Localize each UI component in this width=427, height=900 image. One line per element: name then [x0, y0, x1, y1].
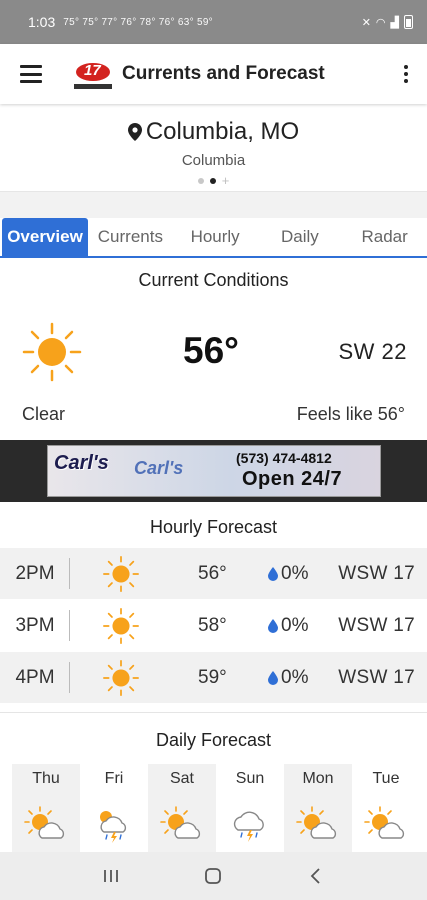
daily-column[interactable]: Tue [352, 764, 420, 852]
tab-currents[interactable]: Currents [88, 218, 173, 256]
raindrop-icon [268, 566, 278, 581]
partly-cloudy-icon [364, 806, 405, 839]
day-label: Thu [32, 770, 60, 787]
home-icon [205, 868, 222, 884]
hour-precip-value: 0% [281, 562, 309, 584]
location-header[interactable]: Columbia, MO Columbia + [0, 104, 427, 192]
ad-brand-secondary: Carl's [134, 458, 184, 478]
signal-icon: ▟ [390, 16, 399, 29]
hour-precip-value: 0% [281, 666, 309, 688]
hour-precip: 0% [268, 615, 308, 637]
daily-column[interactable]: Fri [80, 764, 148, 852]
location-name: Columbia, MO [145, 118, 300, 145]
hourly-row[interactable]: 2PM 56° 0% WSW 17 [0, 548, 427, 600]
daily-column[interactable]: Sun [216, 764, 284, 852]
hour-precip-value: 0% [281, 614, 309, 636]
app-title: Currents and Forecast [122, 63, 325, 84]
hour-label: 3PM [0, 600, 70, 651]
app-bar: 17 Currents and Forecast [0, 44, 427, 104]
home-button[interactable] [198, 861, 228, 891]
back-icon [310, 868, 320, 884]
location-pin-icon [127, 123, 142, 141]
station-logo: 17 [74, 59, 112, 89]
day-label: Sat [169, 770, 194, 787]
ad-brand: Carl's [54, 452, 109, 474]
status-time: 1:03 [28, 14, 56, 30]
ad-image[interactable]: Carl's Carl's (573) 474-4812 Open 24/7 [47, 445, 381, 497]
thunderstorm-icon [100, 811, 127, 843]
hourly-forecast-title: Hourly Forecast [149, 517, 278, 537]
hour-wind: WSW 17 [338, 614, 415, 636]
current-conditions-title: Current Conditions [138, 270, 289, 290]
wifi-icon: ◠ [375, 16, 386, 29]
hour-wind: WSW 17 [338, 666, 415, 688]
partly-cloudy-icon [296, 806, 337, 839]
location-subtitle: Columbia [181, 152, 246, 169]
hourly-row[interactable]: 3PM 58° 0% WSW 17 [0, 600, 427, 652]
day-label: Mon [302, 770, 334, 787]
hour-precip: 0% [268, 667, 308, 689]
daily-column[interactable]: Mon [284, 764, 352, 852]
overflow-menu-icon[interactable] [403, 65, 409, 83]
section-divider [0, 192, 427, 218]
raindrop-icon [268, 618, 278, 633]
battery-icon [404, 15, 413, 29]
sun-icon [22, 322, 82, 382]
hour-temp: 56° [198, 562, 227, 584]
raindrop-icon [268, 670, 278, 685]
tab-bar: Overview Currents Hourly Daily Radar [0, 218, 427, 258]
hour-label: 2PM [0, 548, 70, 599]
day-label: Tue [372, 770, 400, 787]
sun-icon [103, 659, 139, 696]
section-divider [0, 712, 427, 716]
pager-dot[interactable] [197, 178, 204, 184]
sun-icon [103, 607, 139, 644]
partly-cloudy-icon [24, 806, 65, 839]
feels-like-text: Feels like 56° [296, 404, 405, 424]
partly-cloudy-icon [160, 806, 201, 839]
daily-forecast-title: Daily Forecast [155, 730, 272, 750]
hour-precip: 0% [268, 563, 308, 585]
ad-phone: (573) 474-4812 [236, 450, 332, 466]
add-location-icon[interactable]: + [222, 174, 230, 187]
recent-apps-icon [104, 870, 119, 882]
hourly-row[interactable]: 4PM 59° 0% WSW 17 [0, 652, 427, 704]
system-nav-bar [0, 852, 427, 900]
daily-column[interactable]: Thu [12, 764, 80, 852]
back-button[interactable] [301, 861, 331, 891]
hourly-forecast-list: 2PM 56° 0% WSW 17 3PM 58° 0% WSW 17 4PM … [0, 548, 427, 704]
tab-daily[interactable]: Daily [258, 218, 343, 256]
daily-forecast-list: Thu Fri Sat Sun Mon Tue [12, 764, 420, 852]
location-pager[interactable]: + [0, 174, 427, 187]
daily-column[interactable]: Sat [148, 764, 216, 852]
ad-hours: Open 24/7 [242, 468, 343, 490]
pager-dot-active[interactable] [209, 178, 216, 184]
tab-radar[interactable]: Radar [342, 218, 427, 256]
hamburger-menu-icon[interactable] [20, 65, 42, 83]
mute-icon: ✕ [361, 16, 371, 29]
hour-temp: 58° [198, 614, 227, 636]
status-bar: 1:03 75° 75° 77° 76° 78° 76° 63° 59° ✕ ◠… [0, 0, 427, 44]
ad-banner[interactable]: Carl's Carl's (573) 474-4812 Open 24/7 [0, 440, 427, 502]
current-temperature: 56° [183, 330, 239, 371]
status-notification-temps: 75° 75° 77° 76° 78° 76° 63° 59° [63, 16, 213, 28]
tab-hourly[interactable]: Hourly [173, 218, 258, 256]
sun-icon [103, 555, 139, 592]
spacer [0, 502, 427, 510]
day-label: Fri [104, 770, 124, 787]
current-condition-text: Clear [22, 404, 66, 424]
tab-overview[interactable]: Overview [2, 218, 88, 256]
hour-temp: 59° [198, 666, 227, 688]
hour-wind: WSW 17 [338, 562, 415, 584]
current-wind: SW 22 [338, 339, 407, 364]
status-icons: ✕ ◠ ▟ [362, 15, 413, 29]
thunderstorm-icon [233, 811, 264, 842]
day-label: Sun [235, 770, 265, 787]
hour-label: 4PM [0, 652, 70, 703]
recent-apps-button[interactable] [96, 861, 126, 891]
